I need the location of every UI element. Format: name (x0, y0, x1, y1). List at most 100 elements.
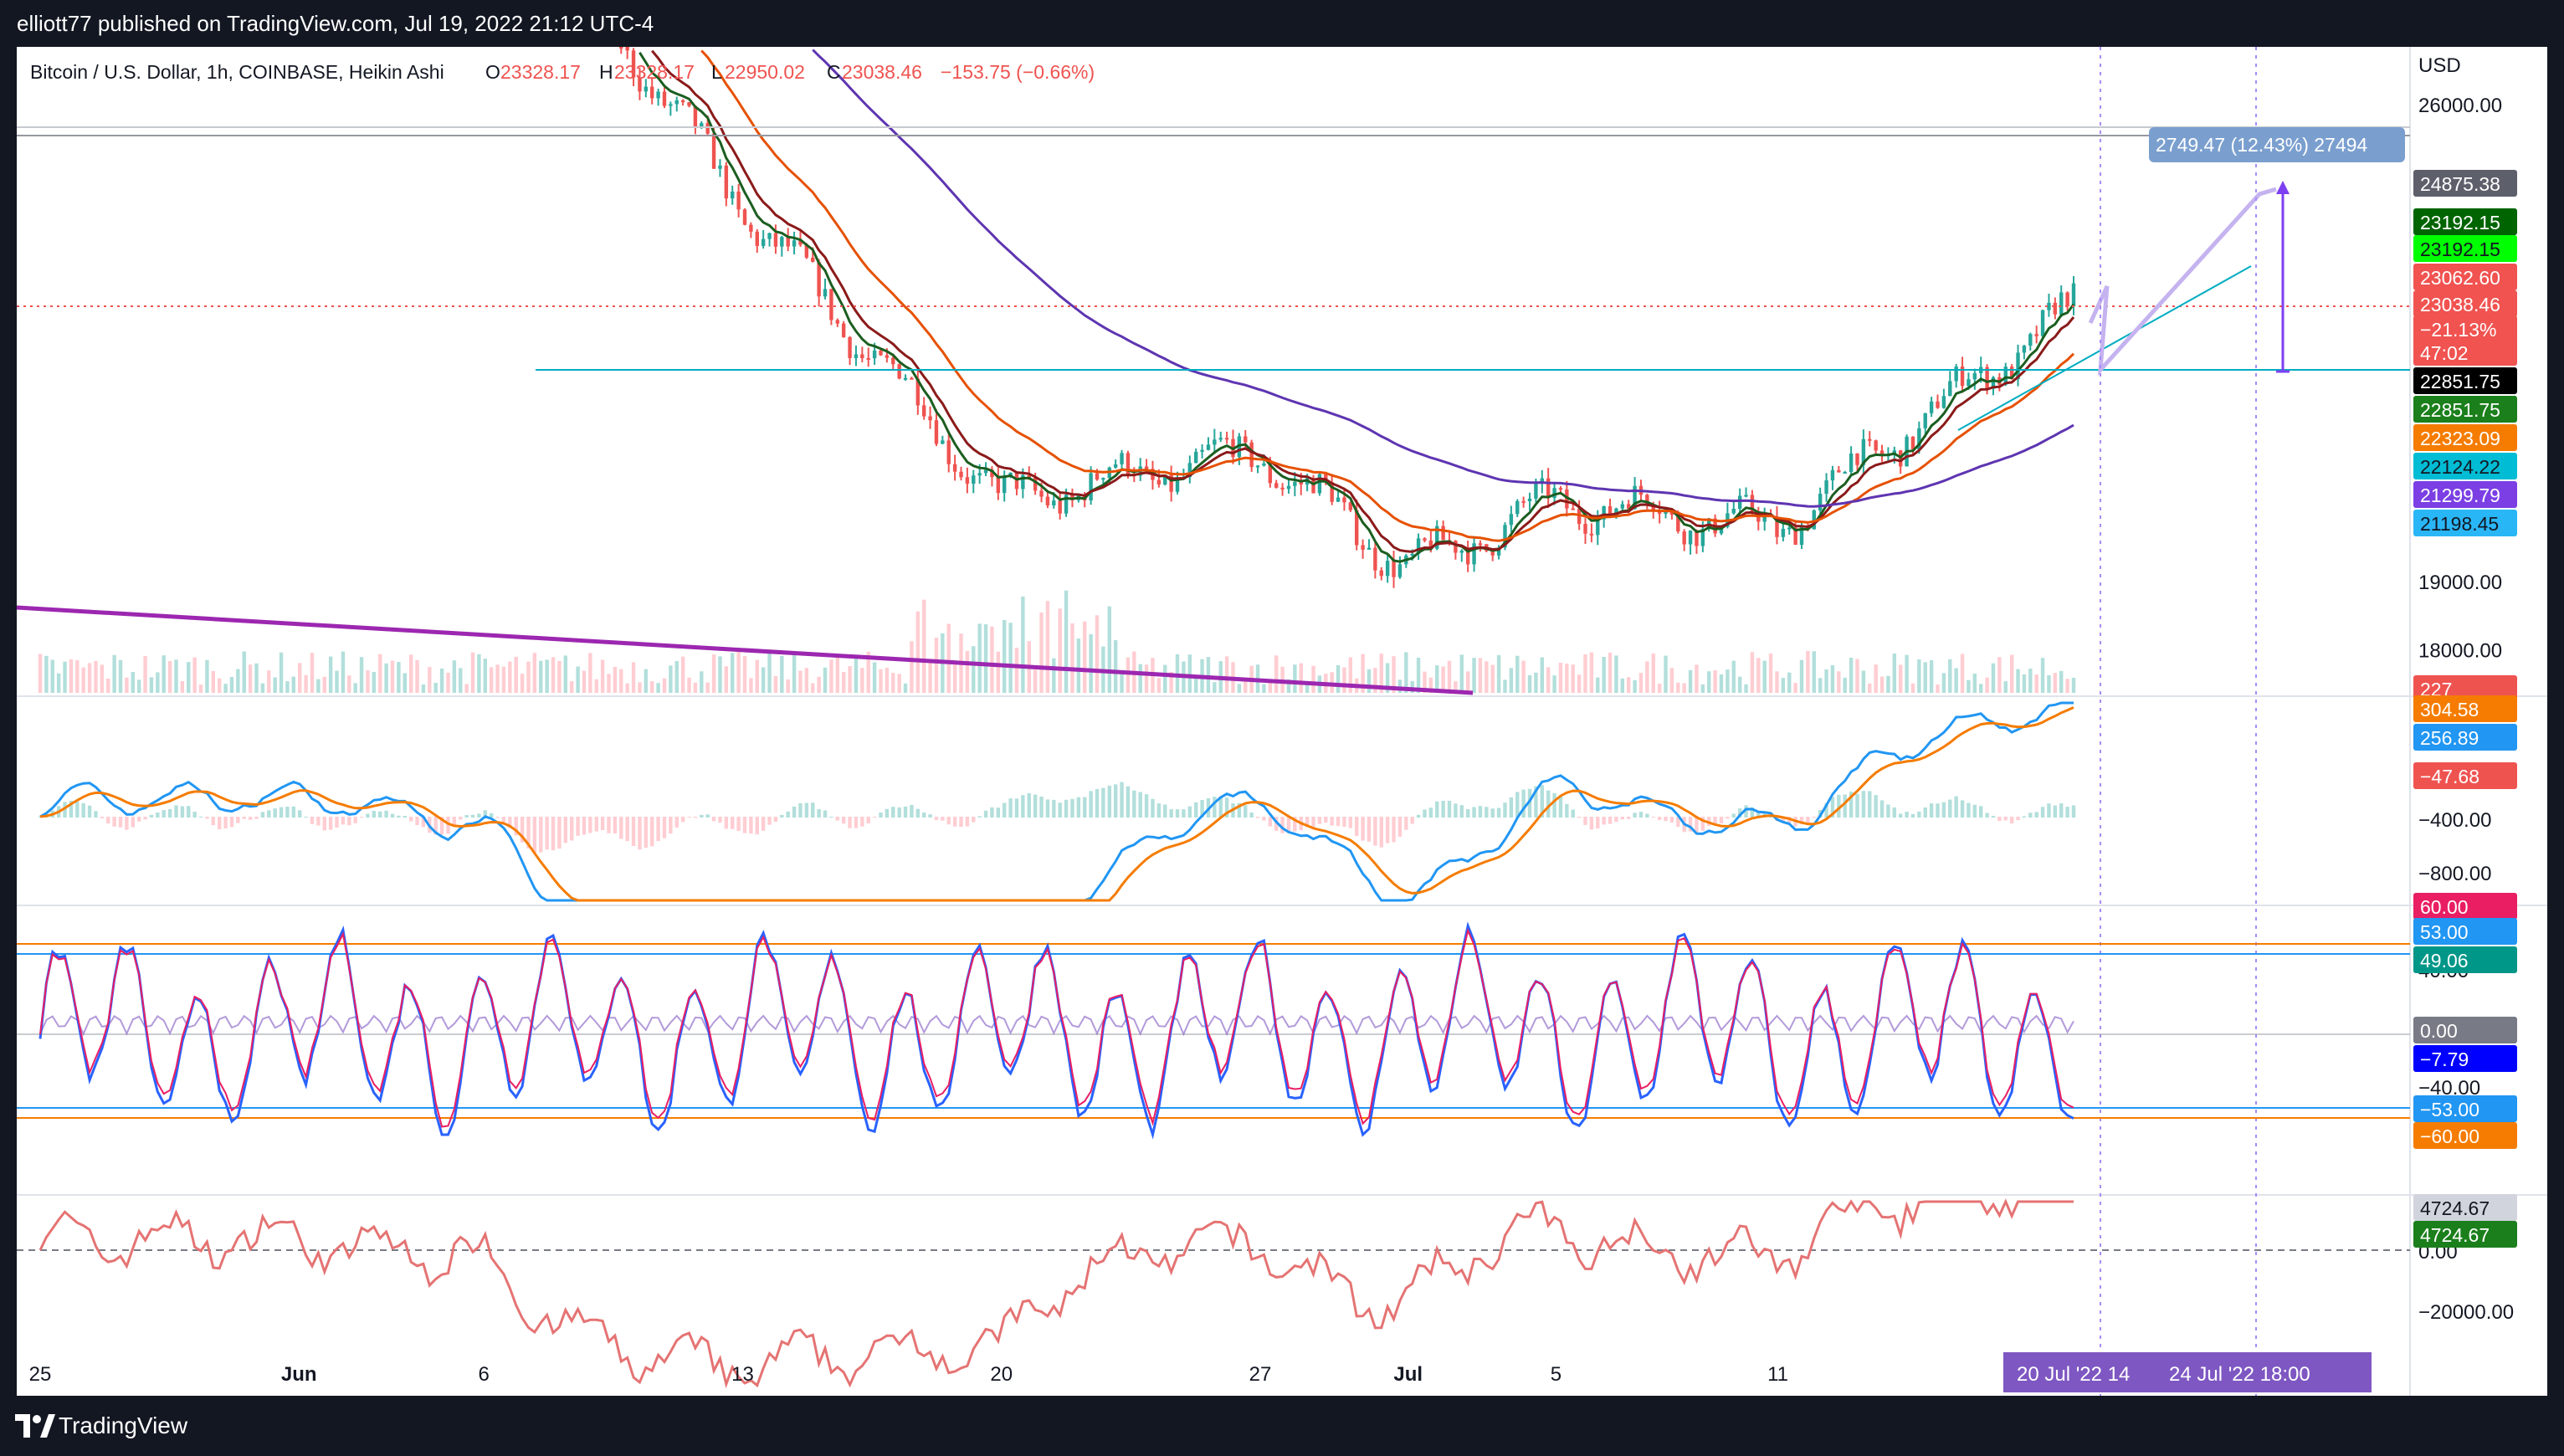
macd-histogram-bar (347, 817, 351, 826)
publish-bar: elliott77 published on TradingView.com, … (0, 0, 2564, 47)
macd-histogram-bar (885, 808, 890, 818)
volume-bar (854, 657, 859, 693)
macd-histogram-bar (322, 817, 326, 831)
macd-histogram-bar (1651, 817, 1655, 818)
macd-histogram-bar (328, 817, 333, 830)
volume-bar (1620, 678, 1625, 693)
macd-histogram-bar (2009, 817, 2014, 824)
legend-h-label: H (599, 61, 613, 83)
candle-body (761, 238, 766, 246)
volume-bar (1571, 664, 1575, 693)
candle-body (1454, 541, 1458, 553)
macd-histogram-bar (470, 814, 475, 818)
volume-bar (557, 660, 562, 693)
volume-bar (198, 684, 203, 693)
volume-bar (1830, 664, 1835, 693)
volume-bar (972, 646, 976, 693)
macd-histogram-bar (952, 817, 957, 827)
candle-body (742, 209, 747, 225)
volume-bar (341, 651, 346, 693)
macd-histogram-bar (693, 817, 698, 818)
macd-histogram-bar (298, 810, 302, 818)
macd-histogram-bar (1898, 813, 1903, 818)
volume-bar (1917, 659, 1921, 693)
macd-histogram-bar (866, 817, 870, 823)
candle-body (2022, 346, 2027, 353)
macd-histogram-bar (1182, 809, 1186, 818)
macd-histogram-bar (192, 812, 197, 818)
volume-bar (378, 654, 382, 693)
stoch-tag: 53.00 (2420, 921, 2469, 943)
macd-histogram-bar (291, 806, 296, 818)
candle-body (619, 47, 623, 49)
macd-tag: −47.68 (2420, 766, 2479, 787)
macd-histogram-bar (1039, 796, 1044, 818)
macd-histogram-bar (2071, 805, 2076, 818)
volume-bar (477, 654, 481, 693)
volume-bar (680, 656, 685, 693)
macd-histogram-bar (1843, 794, 1847, 818)
osc-tag: 4724.67 (2420, 1197, 2490, 1219)
volume-bar (310, 653, 315, 693)
candle-body (1546, 478, 1551, 499)
volume-bar (1985, 677, 1989, 693)
macd-histogram-bar (669, 817, 673, 834)
macd-histogram-bar (711, 817, 716, 822)
macd-histogram-bar (817, 809, 821, 818)
macd-histogram-bar (532, 817, 537, 854)
candle-body (644, 86, 649, 92)
macd-histogram-bar (285, 807, 290, 818)
macd-histogram-bar (1169, 809, 1173, 818)
stoch-tag: 0.00 (2420, 1020, 2458, 1042)
macd-histogram-bar (1423, 809, 1427, 818)
candle-body (1936, 401, 1940, 408)
volume-bar (1156, 678, 1161, 693)
candle-body (1244, 436, 1248, 443)
macd-histogram-bar (1941, 802, 1946, 818)
macd-histogram-bar (1385, 817, 1390, 843)
chart-area[interactable]: 2749.47 (12.43%) 27494 USD 26000.00 19000.… (17, 47, 2547, 1396)
candle-body (1014, 472, 1019, 490)
candle-body (872, 350, 877, 359)
macd-histogram-bar (1496, 807, 1501, 818)
volume-bar (1781, 678, 1786, 693)
volume-bar (1540, 657, 1545, 693)
macd-histogram-bar (1397, 817, 1403, 838)
volume-bar (415, 659, 419, 693)
volume-bar (2071, 678, 2076, 693)
candle-body (1392, 561, 1396, 577)
macd-histogram-bar (1095, 788, 1100, 818)
macd-histogram-bar (2016, 817, 2020, 821)
macd-histogram-bar (915, 808, 920, 818)
macd-histogram-bar (1330, 817, 1334, 826)
macd-histogram-bar (2040, 807, 2045, 818)
chart-canvas[interactable]: 2749.47 (12.43%) 27494 USD 26000.00 19000.… (17, 47, 2547, 1396)
macd-histogram-bar (588, 817, 592, 833)
macd-histogram-bar (198, 816, 203, 818)
volume-bar (205, 659, 209, 693)
macd-histogram-bar (1892, 807, 1897, 818)
volume-bar (1126, 657, 1131, 693)
macd-histogram-bar (464, 815, 469, 818)
price-tag: 22851.75 (2420, 399, 2500, 421)
volume-bar (860, 668, 864, 693)
macd-histogram-bar (613, 817, 618, 834)
volume-bar (372, 672, 377, 693)
macd-histogram-bar (1280, 817, 1285, 833)
volume-bar (1076, 638, 1081, 693)
candle-body (1818, 494, 1823, 511)
macd-histogram-bar (267, 810, 271, 818)
candle-body (1478, 543, 1483, 546)
macd-histogram-bar (1997, 817, 2002, 822)
candle-body (891, 357, 895, 365)
volume-bar (1731, 660, 1736, 693)
candle-body (1249, 442, 1254, 468)
price-axis[interactable]: USD 26000.00 19000.00 18000.00 24875.38 23192… (2413, 54, 2517, 1324)
macd-histogram-bar (75, 801, 79, 818)
volume-bar (1515, 655, 1520, 693)
volume-bar (470, 652, 475, 693)
macd-histogram-bar (921, 813, 926, 818)
volume-bar (1589, 652, 1594, 693)
macd-histogram-bar (1404, 817, 1408, 830)
volume-bar (69, 659, 74, 693)
